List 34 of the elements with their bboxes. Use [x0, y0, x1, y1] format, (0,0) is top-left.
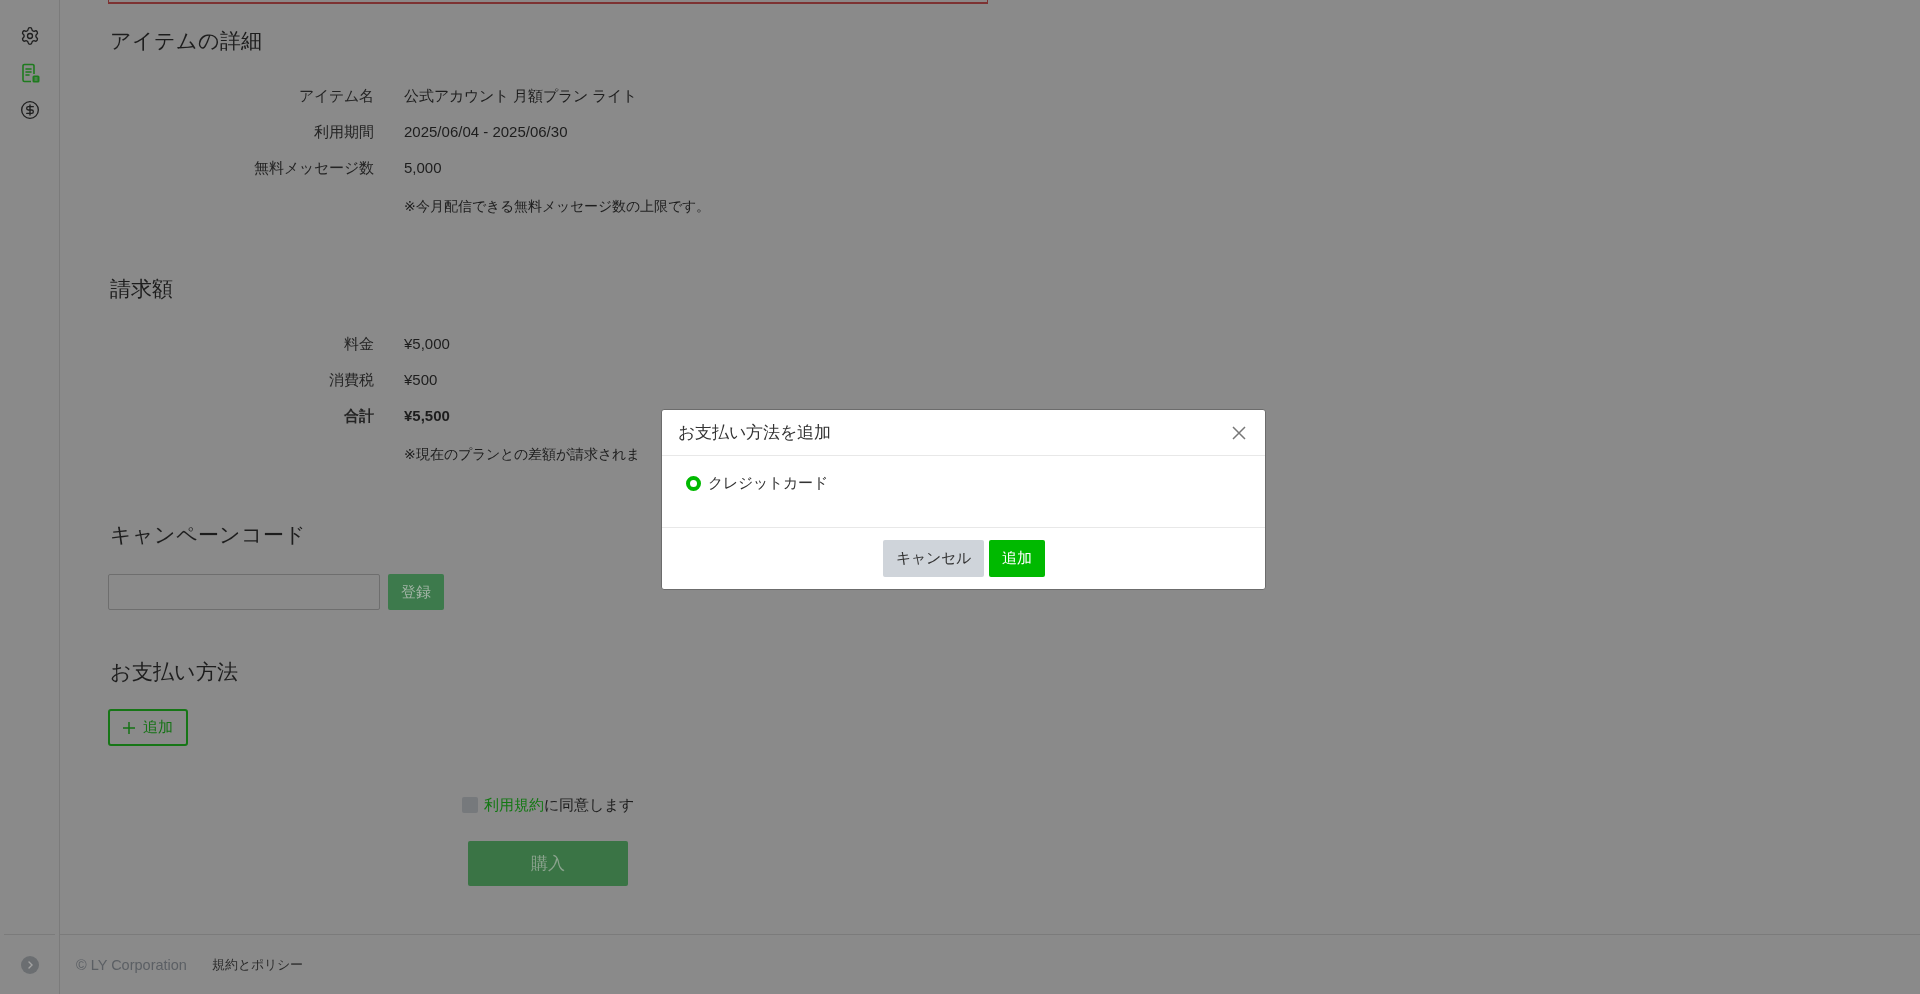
- add-payment-button[interactable]: 追加: [108, 709, 188, 746]
- section-heading: アイテムの詳細: [110, 28, 262, 54]
- field-label: アイテム名: [299, 86, 374, 106]
- note-text: ※今月配信できる無料メッセージ数の上限です。: [404, 197, 710, 216]
- cancel-button[interactable]: キャンセル: [882, 540, 984, 577]
- amount-value: ¥5,500: [404, 406, 450, 426]
- dialog-title: お支払い方法を追加: [678, 422, 831, 444]
- terms-link[interactable]: 利用規約: [484, 796, 544, 813]
- field-label: 料金: [344, 334, 374, 354]
- campaign-code-field[interactable]: [108, 574, 380, 610]
- radio-button[interactable]: [686, 475, 701, 491]
- close-icon[interactable]: [1232, 425, 1246, 440]
- field-label: 利用期間: [314, 122, 374, 142]
- field-label: 合計: [344, 406, 374, 426]
- field-value: 公式アカウント 月額プラン ライト: [404, 86, 638, 106]
- footer-link[interactable]: 規約とポリシー: [211, 955, 303, 974]
- add-button[interactable]: 追加: [988, 540, 1045, 577]
- chevron-right-icon[interactable]: [20, 955, 39, 974]
- amount-value: ¥5,000: [404, 334, 450, 354]
- field-value: 2025/06/04 - 2025/06/30: [404, 122, 568, 142]
- field-label: 消費税: [329, 370, 374, 390]
- plus-icon: [123, 721, 135, 734]
- note-text: ※現在のプランとの差額が請求されま: [404, 445, 640, 464]
- field-value: 5,000: [404, 158, 442, 178]
- document-icon[interactable]: [19, 63, 40, 83]
- section-heading: キャンペーンコード: [110, 522, 306, 548]
- field-label: 無料メッセージ数: [254, 158, 374, 178]
- dollar-circle-icon[interactable]: [19, 100, 40, 120]
- settings-icon[interactable]: [19, 26, 40, 46]
- section-heading: お支払い方法: [110, 659, 238, 685]
- amount-value: ¥500: [404, 370, 438, 390]
- radio-label[interactable]: クレジットカード: [708, 473, 828, 493]
- terms-agreement-text: 利用規約に同意します: [484, 795, 634, 815]
- section-heading: 請求額: [110, 276, 173, 302]
